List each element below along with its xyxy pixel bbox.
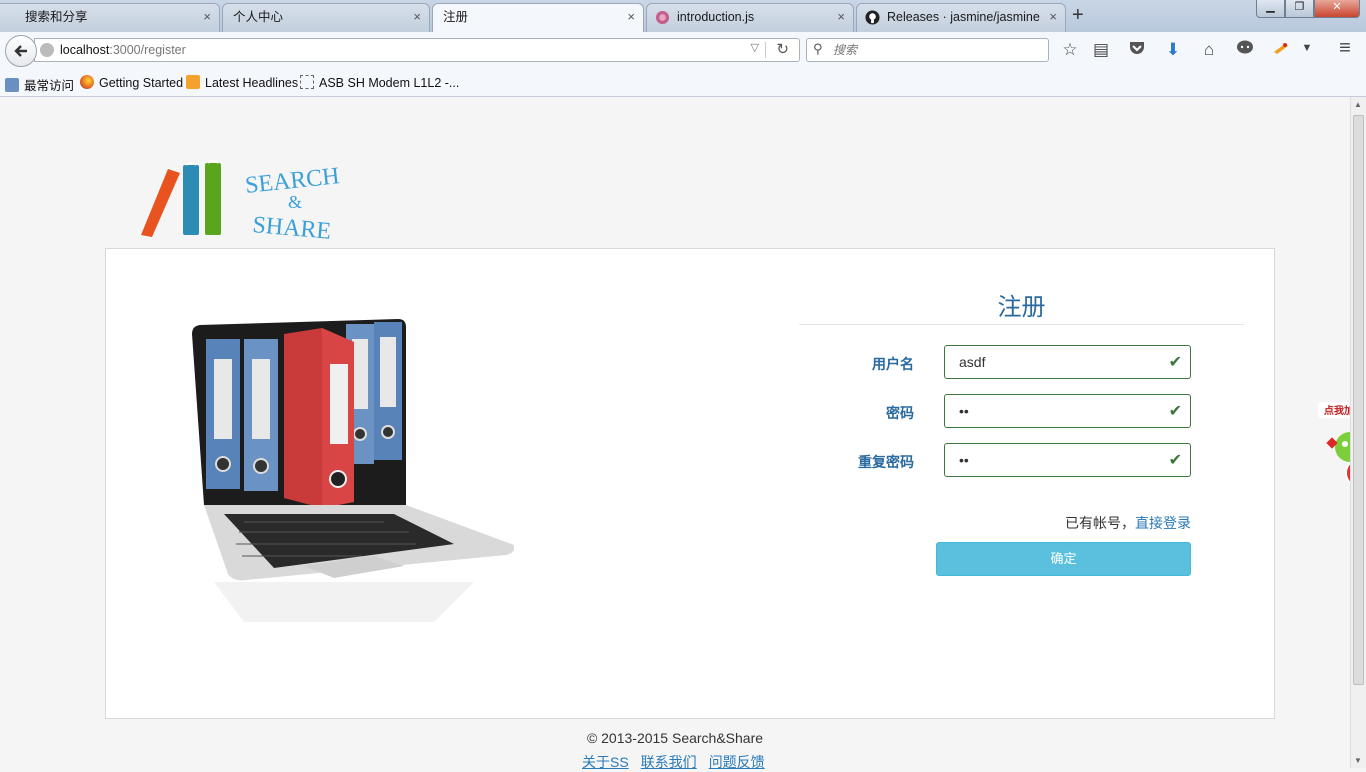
search-share-logo: SEARCH & SHARE <box>141 160 341 239</box>
url-host: localhost <box>60 43 110 57</box>
tab-close-icon[interactable]: × <box>837 4 845 30</box>
navigation-toolbar: localhost:3000/register ▽ ↻ ⚲ ☆ ▤ ⬇ ⌂ ▼ … <box>0 32 1366 69</box>
footer-links: 关于SS 联系我们 问题反馈 <box>582 752 777 772</box>
search-icon: ⚲ <box>813 41 823 56</box>
tab-register[interactable]: 注册 × <box>432 3 644 32</box>
firefox-icon <box>80 75 94 89</box>
bookmark-getting-started[interactable]: Getting Started <box>80 75 183 90</box>
tab-label: 注册 <box>443 10 469 24</box>
extension-icon[interactable] <box>1270 40 1292 61</box>
tab-introduction-js[interactable]: introduction.js × <box>646 3 854 32</box>
chat-icon[interactable] <box>1234 40 1256 61</box>
restore-icon[interactable]: ❐ <box>1285 0 1314 18</box>
scroll-down-icon[interactable]: ▼ <box>1354 756 1362 765</box>
confirm-password-input[interactable] <box>957 451 1161 469</box>
back-button[interactable] <box>5 35 37 67</box>
url-path: :3000/register <box>109 43 186 57</box>
scroll-up-icon[interactable]: ▲ <box>1354 100 1362 109</box>
tab-profile[interactable]: 个人中心 × <box>222 3 430 32</box>
tab-label: introduction.js <box>677 10 755 24</box>
tab-label: Releases · jasmine/jasmine <box>887 10 1040 24</box>
submit-button[interactable]: 确定 <box>936 542 1191 576</box>
bookmark-label: 最常访问 <box>24 79 75 93</box>
username-input[interactable] <box>957 353 1161 371</box>
bookmark-most-visited[interactable]: 最常访问 <box>5 75 74 94</box>
back-arrow-icon <box>14 45 27 57</box>
logo-text-amp: & <box>288 192 302 212</box>
page-icon <box>300 75 314 89</box>
tab-jasmine-releases[interactable]: Releases · jasmine/jasmine × <box>856 3 1066 32</box>
bookmark-latest-headlines[interactable]: Latest Headlines <box>186 75 298 90</box>
register-card: 注册 用户名 ✔ 密码 ✔ 重复密码 ✔ 已有帐号，直接登录 确定 <box>105 248 1275 719</box>
scrollbar-thumb[interactable] <box>1353 115 1364 685</box>
tab-close-icon[interactable]: × <box>627 4 635 30</box>
bookmark-asb-modem[interactable]: ASB SH Modem L1L2 -... <box>300 75 459 90</box>
bookmark-star-icon[interactable]: ☆ <box>1059 40 1081 60</box>
most-visited-icon <box>5 78 19 92</box>
search-bar[interactable]: ⚲ <box>806 38 1049 62</box>
bookmark-label: Latest Headlines <box>205 76 299 90</box>
valid-check-icon: ✔ <box>1168 452 1182 469</box>
new-tab-button[interactable]: + <box>1072 4 1084 27</box>
minimize-icon[interactable]: ▁ <box>1256 0 1285 18</box>
logo-text-share: SHARE <box>251 212 332 239</box>
valid-check-icon: ✔ <box>1168 403 1182 420</box>
password-label: 密码 <box>886 405 914 421</box>
url-separator <box>765 42 766 58</box>
valid-check-icon: ✔ <box>1168 354 1182 371</box>
password-field[interactable]: ✔ <box>944 394 1191 428</box>
introjs-favicon-icon <box>655 10 670 25</box>
username-field[interactable]: ✔ <box>944 345 1191 379</box>
tab-search-share[interactable]: 搜索和分享 × <box>0 3 220 32</box>
menu-hamburger-icon[interactable]: ≡ <box>1334 37 1356 60</box>
pocket-icon[interactable] <box>1126 40 1148 61</box>
tab-close-icon[interactable]: × <box>413 4 421 30</box>
url-text[interactable]: localhost:3000/register <box>60 43 186 57</box>
reading-list-icon[interactable]: ▤ <box>1090 40 1112 60</box>
globe-icon <box>40 43 54 57</box>
tab-close-icon[interactable]: × <box>203 4 211 30</box>
downloads-icon[interactable]: ⬇ <box>1162 40 1184 60</box>
form-title: 注册 <box>997 294 1046 321</box>
bookmark-label: Getting Started <box>99 76 184 90</box>
bookmarks-toolbar: 最常访问 Getting Started Latest Headlines AS… <box>0 69 1366 97</box>
login-hint: 已有帐号，直接登录 <box>906 513 1191 533</box>
window-close-icon[interactable]: ✕ <box>1314 0 1360 18</box>
vertical-scrollbar[interactable]: ▲ ▼ <box>1350 97 1366 768</box>
bookmark-label: ASB SH Modem L1L2 -... <box>319 76 460 90</box>
laptop-binders-illustration <box>192 319 514 622</box>
url-history-dropdown-icon[interactable]: ▽ <box>751 41 759 54</box>
github-favicon-icon <box>865 10 880 25</box>
have-account-text: 已有帐号， <box>1065 515 1135 531</box>
url-bar[interactable]: localhost:3000/register ▽ ↻ <box>34 38 800 62</box>
search-input[interactable] <box>831 42 1035 58</box>
tab-label: 个人中心 <box>233 10 284 24</box>
tab-strip: 搜索和分享 × 个人中心 × 注册 × introduction.js × Re… <box>0 0 1366 32</box>
extension-menu-chevron-icon[interactable]: ▼ <box>1296 42 1318 54</box>
confirm-password-label: 重复密码 <box>858 454 914 470</box>
login-link[interactable]: 直接登录 <box>1135 515 1191 531</box>
tab-close-icon[interactable]: × <box>1049 4 1057 30</box>
page-viewport: SEARCH & SHARE 注册 用户名 asdf ✔ 密码 ✔ 重复密码 ✔… <box>0 97 1366 770</box>
home-icon[interactable]: ⌂ <box>1198 40 1220 60</box>
confirm-password-field[interactable]: ✔ <box>944 443 1191 477</box>
form-divider <box>799 324 1244 325</box>
footer-copyright: © 2013-2015 Search&Share <box>586 730 764 746</box>
password-input[interactable] <box>957 402 1161 420</box>
username-label: 用户名 <box>872 356 914 372</box>
reload-icon[interactable]: ↻ <box>776 40 789 58</box>
tab-label: 搜索和分享 <box>25 10 88 24</box>
rss-icon <box>186 75 200 89</box>
window-controls: ▁ ❐ ✕ <box>1256 0 1360 18</box>
